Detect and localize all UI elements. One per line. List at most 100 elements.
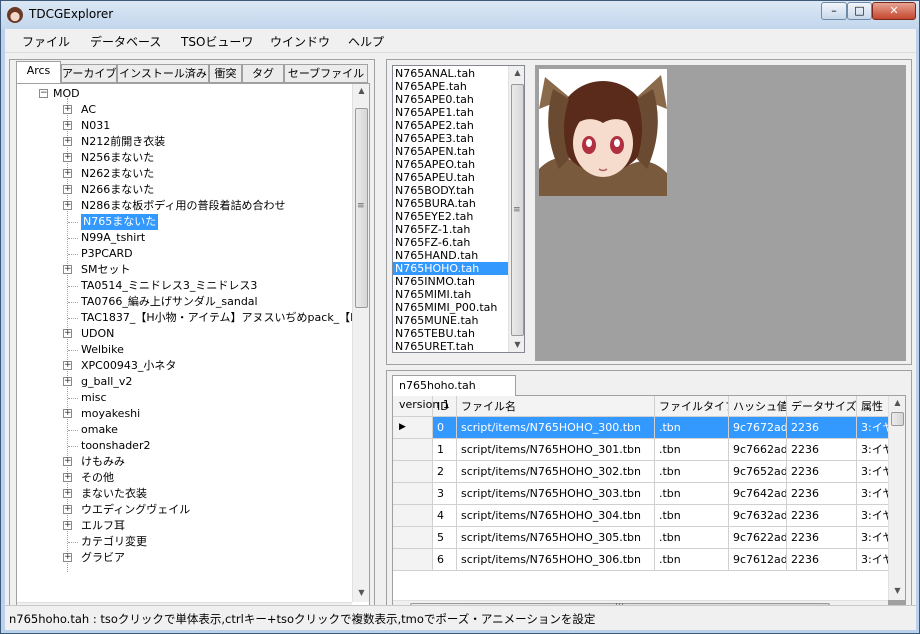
- file-list-item[interactable]: N765MUNE.tah: [393, 314, 508, 327]
- expand-icon[interactable]: +: [63, 553, 72, 562]
- grid-cell[interactable]: 3:イヤ: [857, 483, 888, 505]
- grid-header-filetype[interactable]: ファイルタイプ: [655, 396, 729, 417]
- scroll-up-arrow-icon[interactable]: ▲: [353, 86, 369, 95]
- expand-icon[interactable]: +: [63, 473, 72, 482]
- grid-cell[interactable]: 3:イヤ: [857, 549, 888, 571]
- grid-cell[interactable]: 2236: [787, 549, 857, 571]
- tree-node[interactable]: + N212前開き衣装: [61, 134, 351, 150]
- tree-node[interactable]: + N262まないた: [61, 166, 351, 182]
- grid-cell[interactable]: .tbn: [655, 549, 729, 571]
- tso-file-listbox[interactable]: N765ANAL.tah N765APE.tah N765APE0.tah N765A…: [392, 65, 525, 353]
- grid-header-size[interactable]: データサイズ: [787, 396, 857, 417]
- grid-row-header[interactable]: [393, 505, 433, 527]
- file-list-item[interactable]: N765MIMI_P00.tah: [393, 301, 508, 314]
- grid-cell[interactable]: 9c7622ad: [729, 527, 787, 549]
- file-list-item[interactable]: N765APEO.tah: [393, 158, 508, 171]
- grid-cell[interactable]: 1: [433, 439, 457, 461]
- menu-help[interactable]: ヘルプ: [348, 33, 384, 50]
- grid-cell[interactable]: 3:イヤ: [857, 439, 888, 461]
- grid-cell[interactable]: .tbn: [655, 439, 729, 461]
- tree-node[interactable]: + N266まないた: [61, 182, 351, 198]
- grid-cell[interactable]: 3:イヤ: [857, 527, 888, 549]
- expand-icon[interactable]: +: [63, 153, 72, 162]
- grid-cell[interactable]: 9c7662ad: [729, 439, 787, 461]
- tree-node[interactable]: omake: [61, 422, 351, 438]
- grid-row-header[interactable]: [393, 461, 433, 483]
- tab-archive[interactable]: アーカイブ: [61, 64, 117, 83]
- tree-node[interactable]: + N031: [61, 118, 351, 134]
- grid-cell[interactable]: 9c7642ad: [729, 483, 787, 505]
- file-list-item[interactable]: N765ANAL.tah: [393, 67, 508, 80]
- close-button[interactable]: ✕: [872, 2, 916, 20]
- tab-tags[interactable]: タグ: [242, 64, 284, 83]
- tree-node[interactable]: + UDON: [61, 326, 351, 342]
- grid-cell[interactable]: 5: [433, 527, 457, 549]
- tree-node[interactable]: + ウエディングヴェイル: [61, 502, 351, 518]
- grid-row-header[interactable]: [393, 549, 433, 571]
- grid-cell[interactable]: script/items/N765HOHO_301.tbn: [457, 439, 655, 461]
- arcs-tree[interactable]: − MOD + AC + N031 + N212前開き衣装 + N256まないた + N262まないた…: [17, 84, 352, 602]
- grid-cell[interactable]: .tbn: [655, 505, 729, 527]
- tree-node[interactable]: misc: [61, 390, 351, 406]
- tso-preview-panel[interactable]: [535, 65, 906, 361]
- menu-file[interactable]: ファイル: [22, 33, 70, 50]
- tree-node[interactable]: + グラビア: [61, 550, 351, 566]
- collapse-icon[interactable]: −: [39, 89, 48, 98]
- tree-node[interactable]: TAC1837_【H小物・アイテム】アヌスいぢめpack_【H小物・: [61, 310, 352, 326]
- expand-icon[interactable]: +: [63, 377, 72, 386]
- grid-cell[interactable]: script/items/N765HOHO_304.tbn: [457, 505, 655, 527]
- file-list-item[interactable]: N765APEN.tah: [393, 145, 508, 158]
- grid-header-attr[interactable]: 属性: [857, 396, 888, 417]
- grid-cell[interactable]: 9c7632ad: [729, 505, 787, 527]
- grid-cell[interactable]: 2236: [787, 483, 857, 505]
- file-list-item[interactable]: N765INMO.tah: [393, 275, 508, 288]
- maximize-button[interactable]: □: [847, 2, 872, 20]
- tree-node[interactable]: + エルフ耳: [61, 518, 351, 534]
- grid-cell[interactable]: 2: [433, 461, 457, 483]
- grid-cell[interactable]: 3:イヤ: [857, 505, 888, 527]
- grid-cell[interactable]: 3: [433, 483, 457, 505]
- scroll-down-arrow-icon[interactable]: ▼: [509, 340, 524, 349]
- file-list-item[interactable]: N765APE0.tah: [393, 93, 508, 106]
- tree-vertical-scrollbar[interactable]: ▲ ≡ ▼: [352, 84, 369, 602]
- expand-icon[interactable]: +: [63, 489, 72, 498]
- tree-node[interactable]: Welbike: [61, 342, 351, 358]
- file-list-item[interactable]: N765BURA.tah: [393, 197, 508, 210]
- tab-savefile[interactable]: セーブファイル: [284, 64, 368, 83]
- file-list-item[interactable]: N765TEBU.tah: [393, 327, 508, 340]
- file-list-item[interactable]: N765BODY.tah: [393, 184, 508, 197]
- grid-cell[interactable]: 9c7612ad: [729, 549, 787, 571]
- expand-icon[interactable]: +: [63, 361, 72, 370]
- menu-tso-viewer[interactable]: TSOビューワ: [181, 33, 253, 50]
- grid-header-hash[interactable]: ハッシュ値: [729, 396, 787, 417]
- scroll-up-arrow-icon[interactable]: ▲: [509, 68, 524, 77]
- expand-icon[interactable]: +: [63, 137, 72, 146]
- file-list-item[interactable]: N765APEU.tah: [393, 171, 508, 184]
- scroll-down-arrow-icon[interactable]: ▼: [889, 586, 905, 595]
- file-list-item[interactable]: N765HAND.tah: [393, 249, 508, 262]
- grid-cell[interactable]: 4: [433, 505, 457, 527]
- tree-node[interactable]: + AC: [61, 102, 351, 118]
- grid-cell[interactable]: .tbn: [655, 483, 729, 505]
- tree-node[interactable]: N99A_tshirt: [61, 230, 351, 246]
- file-list-item[interactable]: N765APE.tah: [393, 80, 508, 93]
- file-list-item[interactable]: N765MIMI.tah: [393, 288, 508, 301]
- tab-installed[interactable]: インストール済み: [117, 64, 209, 83]
- tree-node[interactable]: TA0514_ミニドレス3_ミニドレス3: [61, 278, 351, 294]
- expand-icon[interactable]: +: [63, 121, 72, 130]
- tah-contents-grid[interactable]: IDファイル名ファイルタイプハッシュ値データサイズ属性▶0script/item…: [392, 395, 906, 617]
- tree-node[interactable]: + まないた衣装: [61, 486, 351, 502]
- grid-row-header[interactable]: ▶: [393, 417, 433, 439]
- grid-cell[interactable]: 2236: [787, 461, 857, 483]
- grid-vertical-scrollbar[interactable]: ▲ ▼: [888, 396, 905, 600]
- file-list-scrollbar[interactable]: ▲ ≡ ▼: [508, 66, 524, 352]
- scroll-up-arrow-icon[interactable]: ▲: [889, 398, 905, 407]
- file-list-item[interactable]: N765HOHO.tah: [393, 262, 508, 275]
- tree-node[interactable]: + moyakeshi: [61, 406, 351, 422]
- expand-icon[interactable]: +: [63, 329, 72, 338]
- tree-node[interactable]: + その他: [61, 470, 351, 486]
- grid-cell[interactable]: 9c7672ad: [729, 417, 787, 439]
- expand-icon[interactable]: +: [63, 105, 72, 114]
- expand-icon[interactable]: +: [63, 169, 72, 178]
- file-list-item[interactable]: N765EYE2.tah: [393, 210, 508, 223]
